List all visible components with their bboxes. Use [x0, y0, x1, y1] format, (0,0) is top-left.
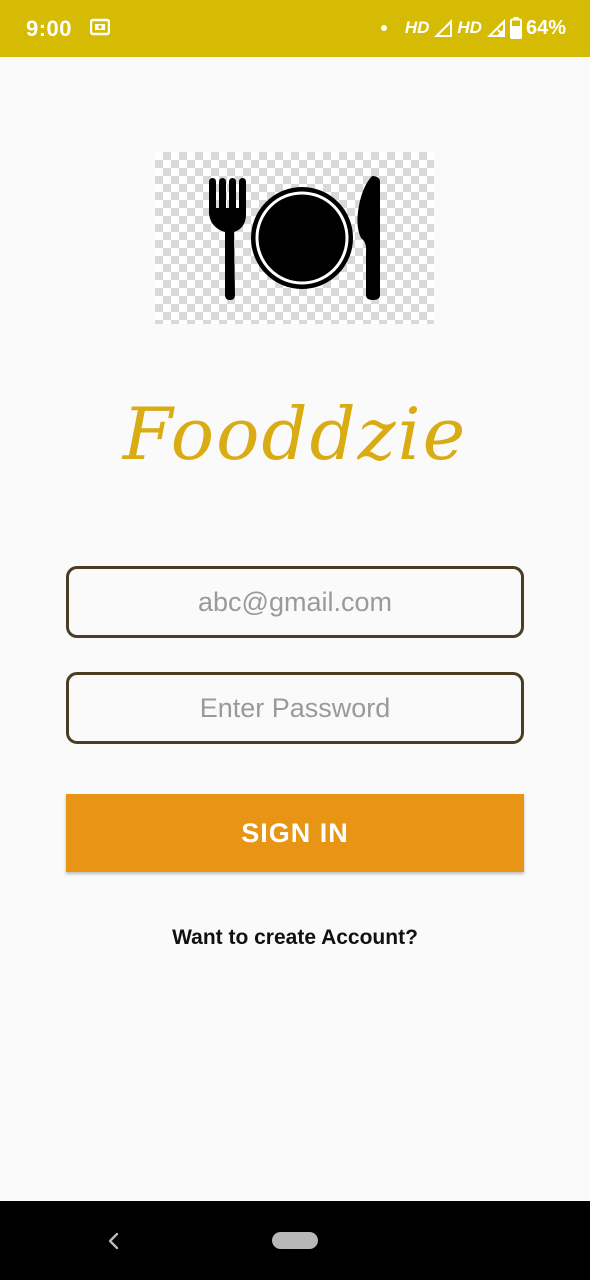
email-field[interactable]: [69, 569, 521, 635]
email-field-container: [66, 566, 524, 638]
battery-icon: [509, 17, 522, 39]
plate-fork-knife-icon: [209, 176, 380, 300]
password-field-container: [66, 672, 524, 744]
signal-icon: [434, 19, 453, 37]
system-nav-bar: [0, 1201, 590, 1280]
screen-record-icon: [89, 17, 111, 37]
password-field[interactable]: [69, 675, 521, 741]
create-account-link[interactable]: Want to create Account?: [0, 926, 590, 950]
home-pill-icon[interactable]: [272, 1232, 318, 1249]
sign-in-button[interactable]: SIGN IN: [66, 794, 524, 872]
battery-level: 64%: [525, 16, 566, 39]
status-time: 9:00: [26, 16, 73, 41]
back-icon[interactable]: [104, 1229, 124, 1253]
app-title: Fooddzie: [122, 392, 468, 476]
network-type-2: HD: [457, 18, 482, 37]
signal-no-data-icon: [486, 19, 505, 37]
status-indicators: HD HD 64%: [380, 15, 566, 41]
network-type-1: HD: [404, 18, 430, 37]
app-logo: [155, 152, 434, 324]
status-bar: 9:00 HD HD 64%: [0, 0, 590, 57]
dot-icon: [380, 25, 387, 31]
